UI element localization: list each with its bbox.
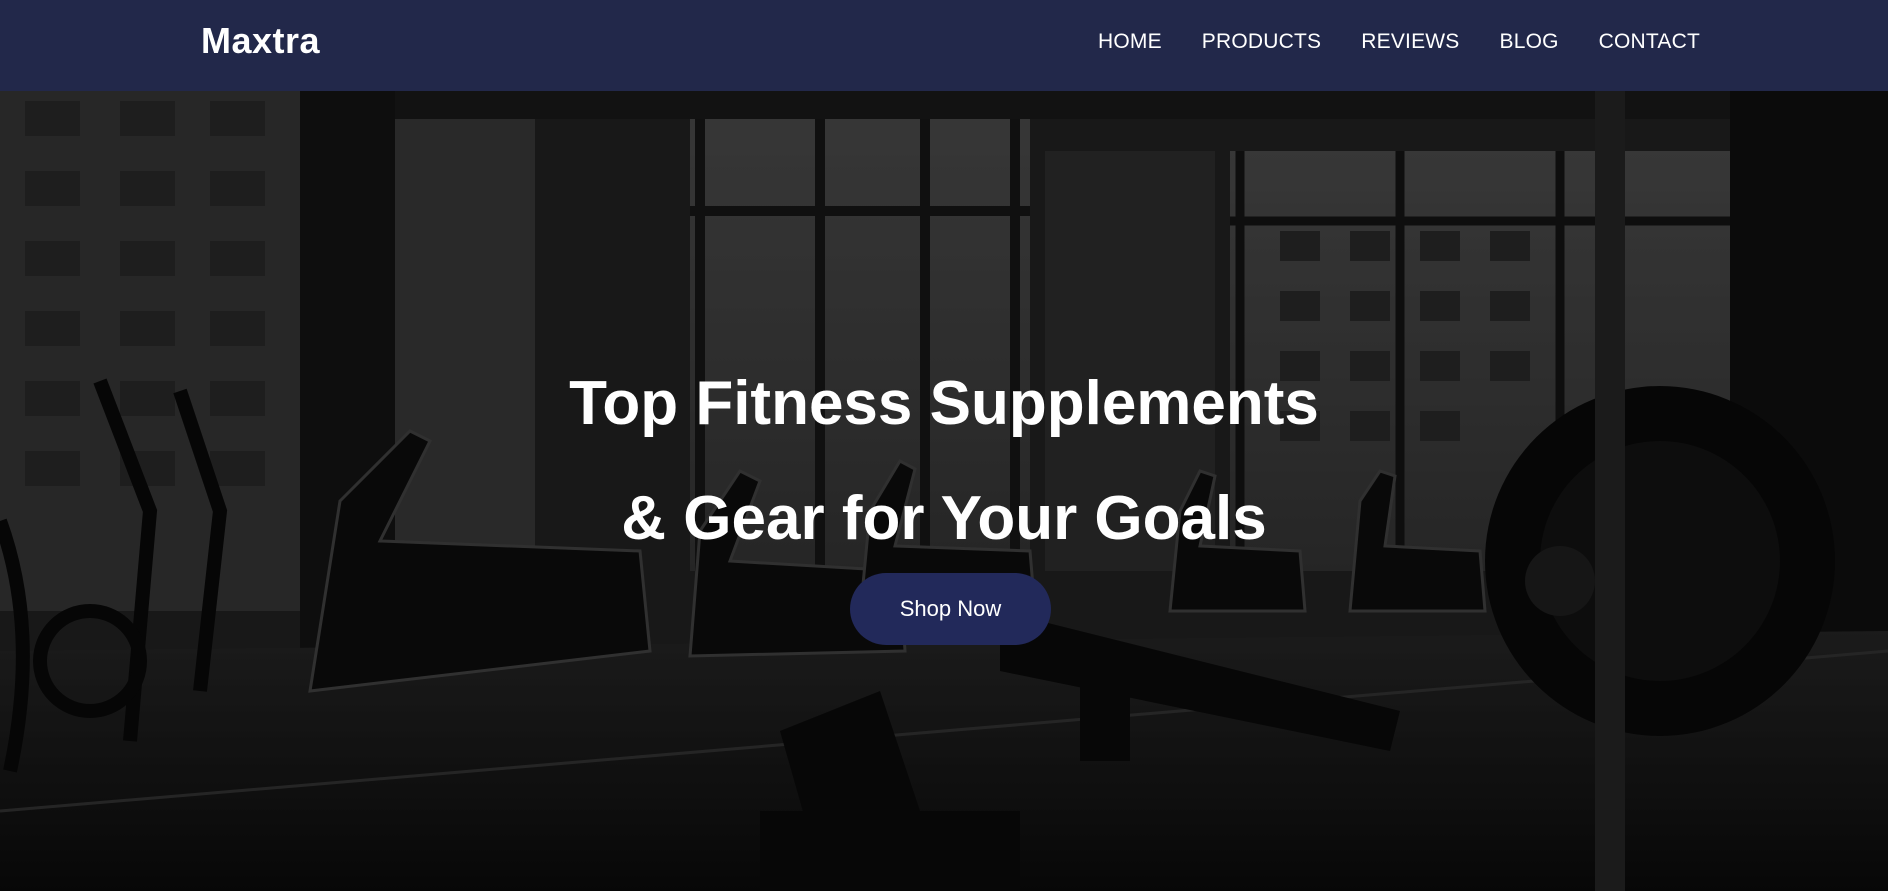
nav-link-home[interactable]: HOME [1098,30,1162,53]
hero-title-line-2: & Gear for Your Goals [621,484,1267,553]
nav-link-products[interactable]: PRODUCTS [1202,30,1321,53]
nav-item-home: HOME [1098,28,1162,56]
nav-link-contact[interactable]: CONTACT [1599,30,1700,53]
brand-logo[interactable]: Maxtra [201,19,320,63]
nav-link-reviews[interactable]: REVIEWS [1361,30,1459,53]
nav-item-reviews: REVIEWS [1361,28,1459,56]
hero-section: Top Fitness Supplements & Gear for Your … [0,91,1888,891]
top-navbar: Maxtra HOME PRODUCTS REVIEWS BLOG CONTAC… [0,0,1888,91]
shop-now-button[interactable]: Shop Now [850,573,1051,645]
nav-link-blog[interactable]: BLOG [1500,30,1559,53]
nav-item-blog: BLOG [1500,28,1559,56]
nav-item-contact: CONTACT [1599,28,1700,56]
hero-heading: Top Fitness Supplements & Gear for Your … [0,346,1888,576]
nav-item-products: PRODUCTS [1202,28,1321,56]
hero-title-line-1: Top Fitness Supplements [569,369,1319,438]
main-nav: HOME PRODUCTS REVIEWS BLOG CONTACT [1098,28,1700,56]
